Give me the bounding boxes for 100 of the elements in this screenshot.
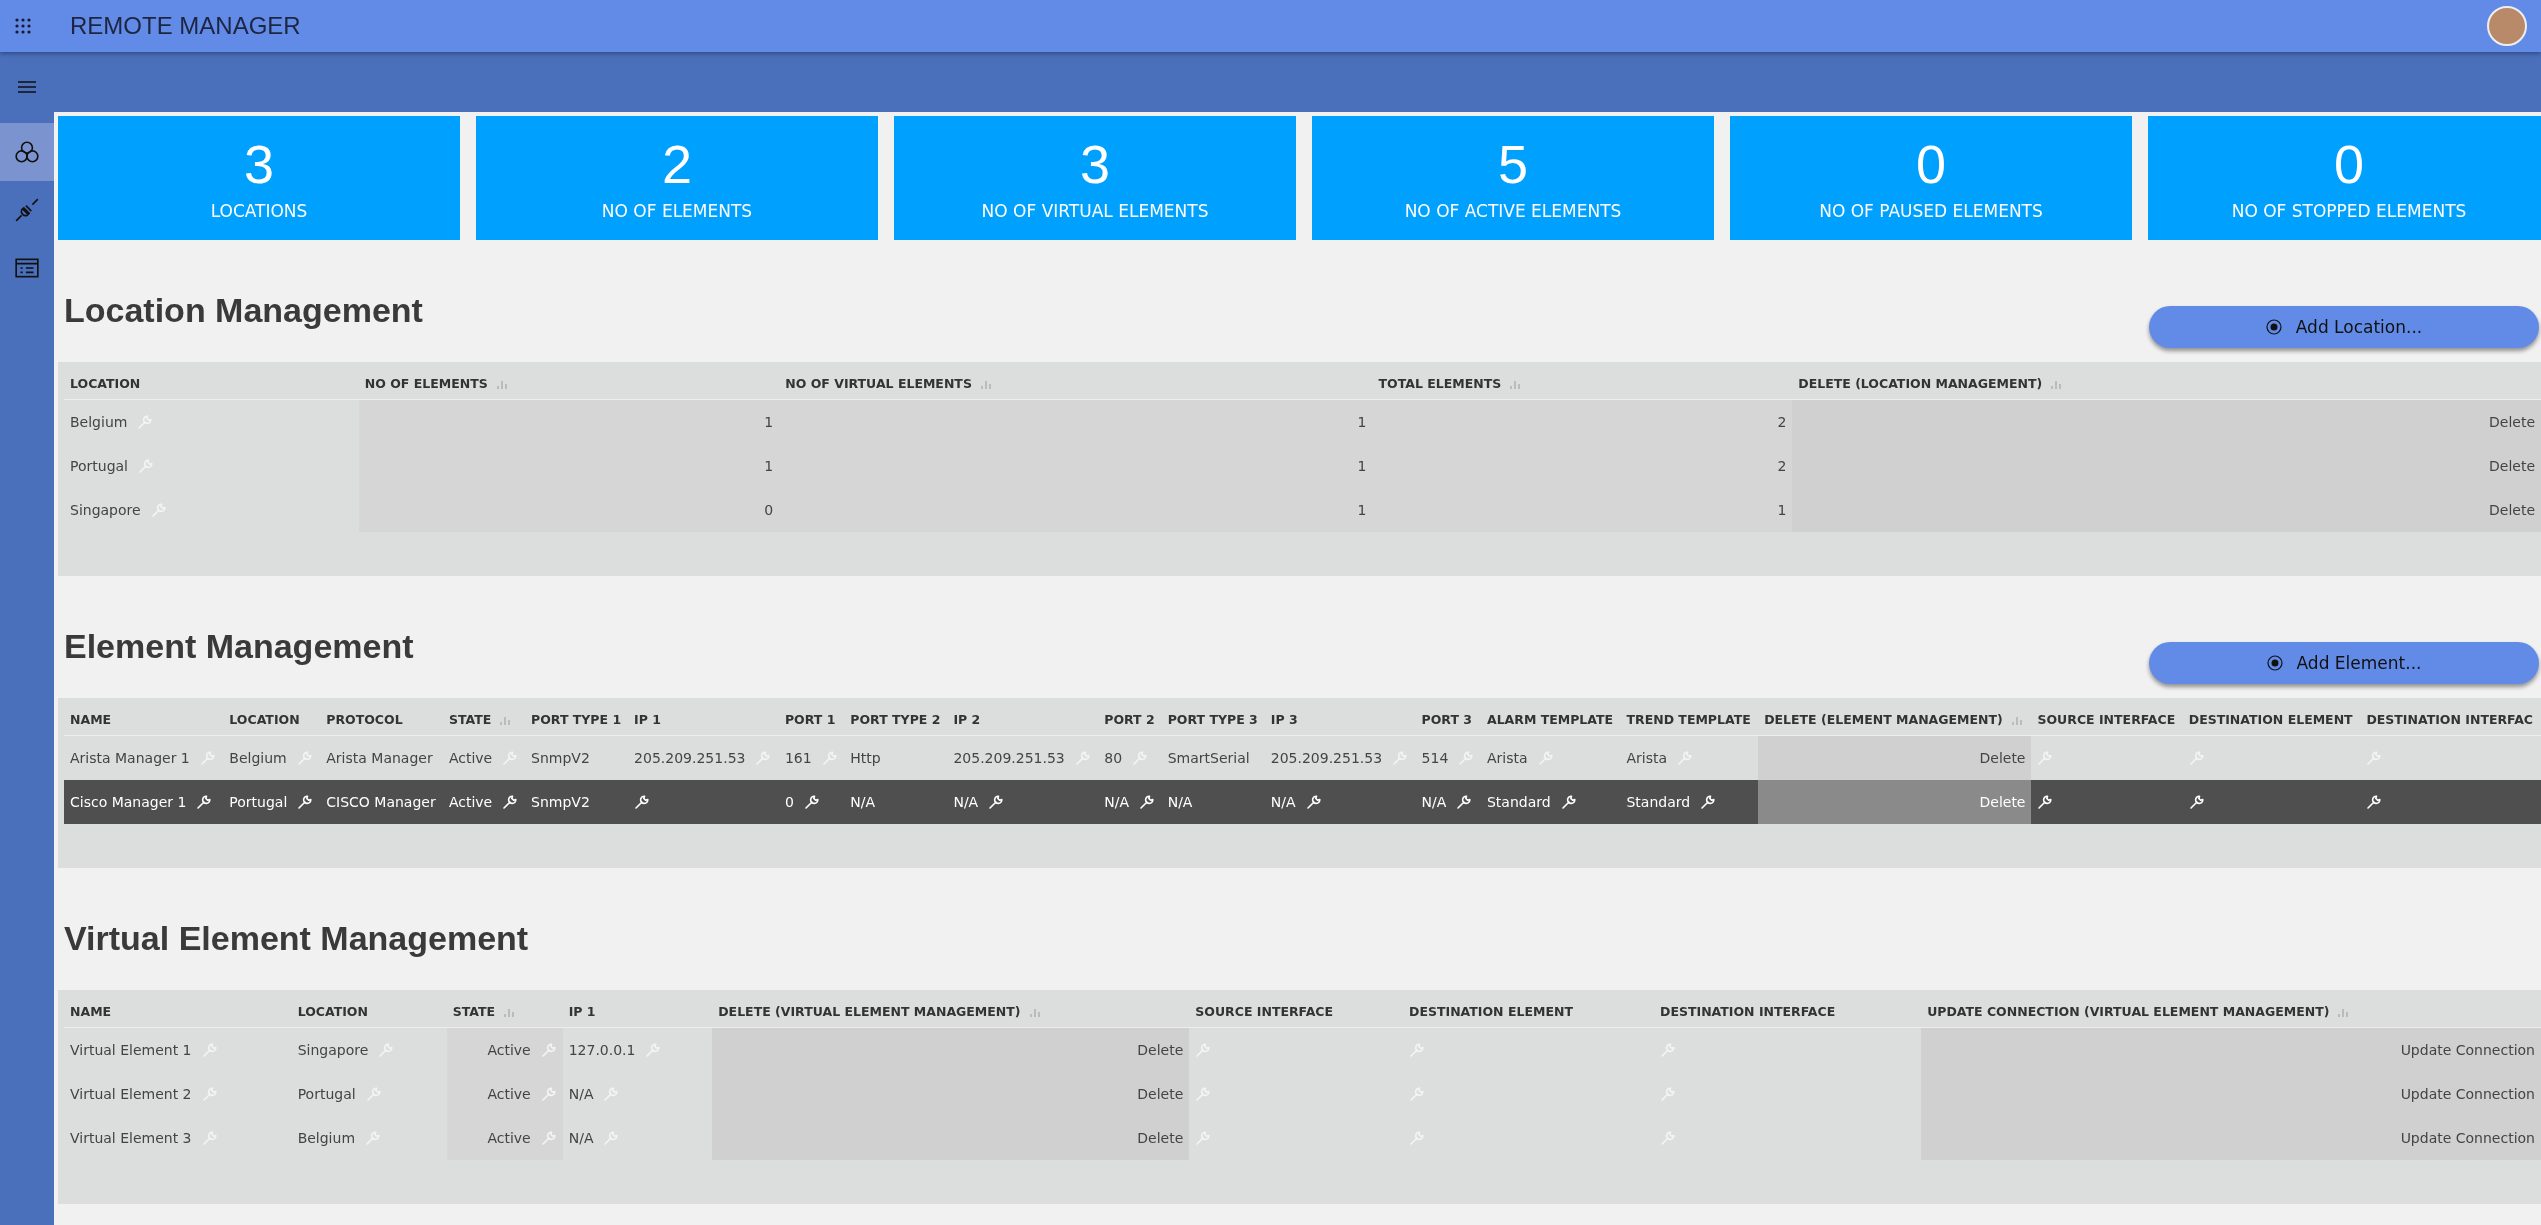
wrench-icon[interactable] (196, 794, 213, 810)
table-cell: 1 (764, 414, 774, 430)
sort-icon (1028, 1006, 1041, 1017)
sort-icon (2010, 714, 2023, 725)
column-header[interactable]: PORT TYPE 1 (525, 704, 629, 736)
table-cell: Delete (1979, 750, 2026, 766)
menu-icon[interactable] (17, 80, 37, 94)
table-cell: N/A (568, 1086, 594, 1102)
wrench-icon[interactable] (1700, 794, 1717, 810)
column-header[interactable]: DELETE (VIRTUAL ELEMENT MANAGEMENT) (712, 996, 1190, 1028)
column-header[interactable]: PORT TYPE 3 (1161, 704, 1265, 736)
wrench-icon[interactable] (803, 794, 820, 810)
add-button[interactable]: Add Location... (2149, 306, 2539, 348)
column-header[interactable]: NO OF ELEMENTS (358, 368, 780, 400)
table-cell: 2 (1777, 414, 1787, 430)
table-cell: Arista Manager 1 (70, 750, 190, 766)
table-cell: N/A (1270, 794, 1296, 810)
column-header[interactable]: LOCATION (291, 996, 447, 1028)
column-header[interactable]: PORT TYPE 2 (844, 704, 948, 736)
wrench-icon[interactable] (2366, 794, 2383, 810)
column-header[interactable]: UPDATE CONNECTION (VIRTUAL ELEMENT MANAGEMENT) (1921, 996, 2541, 1028)
wrench-icon[interactable] (1139, 794, 1156, 810)
column-header[interactable]: DESTINATION ELEMENT (1403, 996, 1655, 1028)
table-cell: 2 (1777, 458, 1787, 474)
table-cell: Portugal (229, 794, 288, 810)
column-header[interactable]: TREND TEMPLATE (1620, 704, 1759, 736)
table-row[interactable]: Singapore 0 1 1 Delete (64, 488, 2541, 532)
table-cell: Portugal (70, 458, 128, 474)
column-header[interactable]: STATE (446, 996, 563, 1028)
wrench-icon[interactable] (502, 794, 519, 810)
table-cell: Portugal (297, 1086, 356, 1102)
wrench-icon[interactable] (988, 794, 1005, 810)
stat-value: 5 (1497, 135, 1528, 195)
app-title: REMOTE MANAGER (70, 12, 301, 40)
table-cell: 161 (784, 750, 812, 766)
radio-icon (2265, 319, 2282, 335)
column-header[interactable]: DELETE (LOCATION MANAGEMENT) (1792, 368, 2541, 400)
sort-icon (1509, 378, 1522, 389)
table-cell: Delete (2489, 414, 2535, 430)
column-header[interactable]: TOTAL ELEMENTS (1372, 368, 1793, 400)
column-header[interactable]: SOURCE INTERFACE (1189, 996, 1404, 1028)
column-header[interactable]: IP 1 (628, 704, 779, 736)
table-cell: Active (487, 1130, 531, 1146)
table-cell: 1 (1777, 502, 1787, 518)
avatar[interactable] (2487, 6, 2527, 46)
table-cell: Http (850, 750, 881, 766)
column-header[interactable]: IP 3 (1264, 704, 1416, 736)
table-cell: Arista (1626, 750, 1668, 766)
add-button[interactable]: Add Element... (2149, 642, 2539, 684)
table-cell: 205.209.251.53 (953, 750, 1065, 766)
table-cell: Arista Manager (326, 750, 433, 766)
column-header[interactable]: PROTOCOL (320, 704, 443, 736)
stat-value: 0 (1915, 135, 1946, 195)
column-header[interactable]: DESTINATION INTERFAC (2360, 704, 2541, 736)
table-row[interactable]: Portugal 1 1 2 Delete (64, 444, 2541, 488)
stat-label: NO OF VIRTUAL ELEMENTS (981, 200, 1209, 221)
wrench-icon[interactable] (297, 794, 314, 810)
table-cell: 0 (764, 502, 774, 518)
table-cell: 1 (1357, 502, 1367, 518)
table-cell: Belgium (229, 750, 287, 766)
table-cell: SnmpV2 (531, 794, 590, 810)
column-header[interactable]: DELETE (ELEMENT MANAGEMENT) (1758, 704, 2032, 736)
column-header[interactable]: IP 2 (947, 704, 1099, 736)
sidebar-item[interactable] (0, 123, 54, 181)
column-header[interactable]: PORT 1 (778, 704, 845, 736)
column-header[interactable]: NO OF VIRTUAL ELEMENTS (779, 368, 1373, 400)
table-cell: 127.0.0.1 (568, 1042, 636, 1058)
column-header[interactable]: NAME (64, 996, 292, 1028)
wrench-icon[interactable] (1456, 794, 1473, 810)
column-header[interactable]: IP 1 (562, 996, 713, 1028)
table-cell: N/A (1167, 794, 1193, 810)
table-cell: Delete (1137, 1042, 1184, 1058)
column-header[interactable]: PORT 3 (1415, 704, 1481, 736)
column-header[interactable]: ALARM TEMPLATE (1480, 704, 1621, 736)
table-cell: Delete (1979, 794, 2026, 810)
table-cell: N/A (1421, 794, 1447, 810)
table-row[interactable]: Belgium 1 1 2 Delete (64, 399, 2541, 444)
table-cell: Standard (1626, 794, 1691, 810)
column-header[interactable]: LOCATION (223, 704, 321, 736)
table-cell: Singapore (70, 502, 141, 518)
table-cell: Belgium (297, 1130, 356, 1146)
column-header[interactable]: DESTINATION INTERFACE (1654, 996, 1922, 1028)
table-cell: N/A (568, 1130, 594, 1146)
app-grid-icon[interactable] (14, 17, 32, 35)
column-header[interactable]: LOCATION (64, 368, 359, 400)
wrench-icon[interactable] (634, 794, 651, 810)
column-header[interactable]: STATE (442, 704, 526, 736)
column-header[interactable]: PORT 2 (1098, 704, 1162, 736)
plug-icon (14, 197, 40, 223)
table-row[interactable]: Cisco Manager 1 Portugal CISCO Manager Active SnmpV2 0 N/A N/A N/A N/A N/A N/A Standard Standard Delete (64, 780, 2541, 824)
table-cell: Arista (1486, 750, 1528, 766)
radio-icon (2266, 655, 2283, 671)
column-header[interactable]: NAME (64, 704, 224, 736)
sort-icon (979, 378, 992, 389)
column-header[interactable]: SOURCE INTERFACE (2031, 704, 2183, 736)
table-cell: Update Connection (2400, 1042, 2535, 1058)
table-cell: Active (487, 1086, 531, 1102)
sort-icon (2337, 1006, 2350, 1017)
stat-label: NO OF PAUSED ELEMENTS (1819, 200, 2043, 221)
column-header[interactable]: DESTINATION ELEMENT (2182, 704, 2361, 736)
